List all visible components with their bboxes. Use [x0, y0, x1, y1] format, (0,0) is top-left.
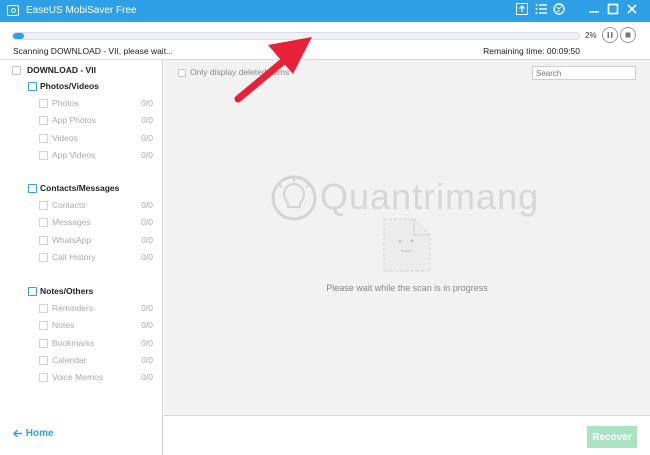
- sidebar-item-notes[interactable]: Notes 0/0: [28, 317, 158, 334]
- item-count: 0/0: [141, 251, 153, 262]
- item-count: 0/0: [141, 217, 153, 228]
- sidebar-item-photos[interactable]: Photos 0/0: [28, 95, 158, 112]
- title-bar: EaseUS MobiSaver Free: [0, 0, 650, 22]
- sidebar-item-whatsapp[interactable]: WhatsApp 0/0: [28, 232, 158, 249]
- menu-icon[interactable]: [533, 3, 549, 19]
- item-count: 0/0: [141, 337, 153, 348]
- item-label: Reminders: [52, 303, 94, 313]
- pause-button[interactable]: [602, 27, 618, 43]
- only-deleted-label: Only display deleted items: [190, 67, 290, 77]
- sidebar-item-bookmarks[interactable]: Bookmarks 0/0: [28, 335, 158, 352]
- empty-file-icon: [380, 217, 434, 275]
- item-label: Bookmarks: [52, 337, 95, 348]
- item-checkbox[interactable]: [39, 252, 48, 262]
- group-contacts-messages: Contacts/Messages Contacts 0/0 Messages 0/…: [28, 183, 158, 266]
- item-checkbox[interactable]: [39, 373, 48, 383]
- home-link[interactable]: Home: [12, 428, 54, 439]
- home-label: Home: [25, 428, 54, 439]
- contact-card-icon: [28, 184, 37, 194]
- item-label: App Videos: [52, 149, 96, 160]
- sidebar-item-app-photos[interactable]: App Photos 0/0: [28, 112, 158, 129]
- only-deleted-toggle[interactable]: Only display deleted items: [178, 67, 289, 77]
- scan-progress-area: 2% Scanning DOWNLOAD - VII, please wait.…: [0, 22, 650, 60]
- item-label: WhatsApp: [52, 234, 92, 245]
- device-root-checkbox[interactable]: [12, 66, 21, 76]
- scan-progress-fill: [13, 33, 25, 39]
- item-checkbox[interactable]: [39, 338, 48, 348]
- group-notes-others-header[interactable]: Notes/Others: [28, 286, 158, 300]
- device-root-item[interactable]: DOWNLOAD - VII: [12, 65, 96, 76]
- sidebar-item-call-history[interactable]: Call History 0/0: [28, 249, 158, 266]
- sidebar-item-voice-memos[interactable]: Voice Memos 0/0: [28, 369, 158, 386]
- minimize-icon[interactable]: [586, 3, 602, 19]
- scan-wait-message: Please wait while the scan is in progres…: [326, 283, 488, 293]
- item-checkbox[interactable]: [39, 99, 48, 108]
- sidebar-item-app-videos[interactable]: App Videos 0/0: [28, 147, 158, 164]
- group-contacts-messages-header[interactable]: Contacts/Messages: [28, 183, 158, 197]
- item-count: 0/0: [141, 354, 153, 365]
- item-checkbox[interactable]: [39, 235, 48, 245]
- search-input[interactable]: [532, 66, 636, 80]
- item-count: 0/0: [141, 149, 153, 160]
- item-checkbox[interactable]: [39, 150, 48, 160]
- upload-icon[interactable]: [514, 3, 530, 19]
- item-checkbox[interactable]: [39, 304, 48, 313]
- item-label: Voice Memos: [52, 372, 104, 383]
- arrow-left-icon: [12, 428, 26, 439]
- group-photos-videos: Photos/Videos Photos 0/0 App Photos 0/0 Vi…: [28, 81, 158, 164]
- item-count: 0/0: [141, 303, 153, 313]
- item-checkbox[interactable]: [39, 321, 48, 331]
- group-label: Notes/Others: [40, 286, 94, 296]
- item-checkbox[interactable]: [39, 116, 48, 126]
- app-logo-icon: [7, 5, 19, 16]
- maximize-icon[interactable]: [605, 3, 621, 19]
- sidebar-item-contacts[interactable]: Contacts 0/0: [28, 197, 158, 214]
- item-label: Notes: [52, 320, 75, 331]
- item-checkbox[interactable]: [39, 133, 48, 143]
- recover-button[interactable]: Recover: [587, 426, 637, 448]
- results-panel: Only display deleted items Quantrimang P…: [164, 60, 650, 415]
- item-label: App Photos: [52, 115, 96, 126]
- group-photos-videos-header[interactable]: Photos/Videos: [28, 81, 158, 95]
- item-count: 0/0: [141, 132, 153, 143]
- window-title: EaseUS MobiSaver Free: [26, 5, 137, 16]
- category-sidebar: DOWNLOAD - VII Photos/Videos Photos 0/0 A…: [0, 60, 163, 455]
- item-count: 0/0: [141, 98, 153, 108]
- scan-status-text: Scanning DOWNLOAD - VII, please wait...: [13, 46, 174, 56]
- item-checkbox[interactable]: [39, 201, 48, 210]
- item-count: 0/0: [141, 372, 153, 383]
- group-notes-others: Notes/Others Reminders 0/0 Notes 0/0 Bookm…: [28, 286, 158, 386]
- item-label: Call History: [52, 251, 96, 262]
- item-count: 0/0: [141, 234, 153, 245]
- image-icon: [28, 82, 37, 92]
- action-footer: Recover: [164, 415, 650, 455]
- stop-button[interactable]: [620, 27, 636, 43]
- sidebar-item-reminders[interactable]: Reminders 0/0: [28, 300, 158, 317]
- item-count: 0/0: [141, 115, 153, 126]
- item-label: Calendar: [52, 354, 87, 365]
- group-label: Photos/Videos: [40, 81, 99, 91]
- scan-progress-bar: [12, 32, 580, 40]
- sidebar-item-calendar[interactable]: Calendar 0/0: [28, 352, 158, 369]
- remaining-time: Remaining time: 00:09:50: [483, 46, 580, 56]
- item-count: 0/0: [141, 320, 153, 331]
- item-count: 0/0: [141, 200, 153, 210]
- group-label: Contacts/Messages: [40, 183, 120, 193]
- watermark-text: Quantrimang: [320, 176, 540, 217]
- device-root-label: DOWNLOAD - VII: [27, 65, 96, 75]
- item-checkbox[interactable]: [39, 355, 48, 365]
- sidebar-item-messages[interactable]: Messages 0/0: [28, 214, 158, 231]
- close-icon[interactable]: [624, 3, 640, 19]
- item-label: Messages: [52, 217, 91, 228]
- item-label: Contacts: [52, 200, 86, 210]
- notes-icon: [28, 287, 37, 297]
- sidebar-item-videos[interactable]: Videos 0/0: [28, 130, 158, 147]
- item-label: Videos: [52, 132, 78, 143]
- globe-icon[interactable]: [551, 3, 567, 19]
- only-deleted-checkbox[interactable]: [178, 68, 186, 77]
- item-checkbox[interactable]: [39, 218, 48, 228]
- progress-percent: 2%: [585, 31, 597, 40]
- item-label: Photos: [52, 98, 79, 108]
